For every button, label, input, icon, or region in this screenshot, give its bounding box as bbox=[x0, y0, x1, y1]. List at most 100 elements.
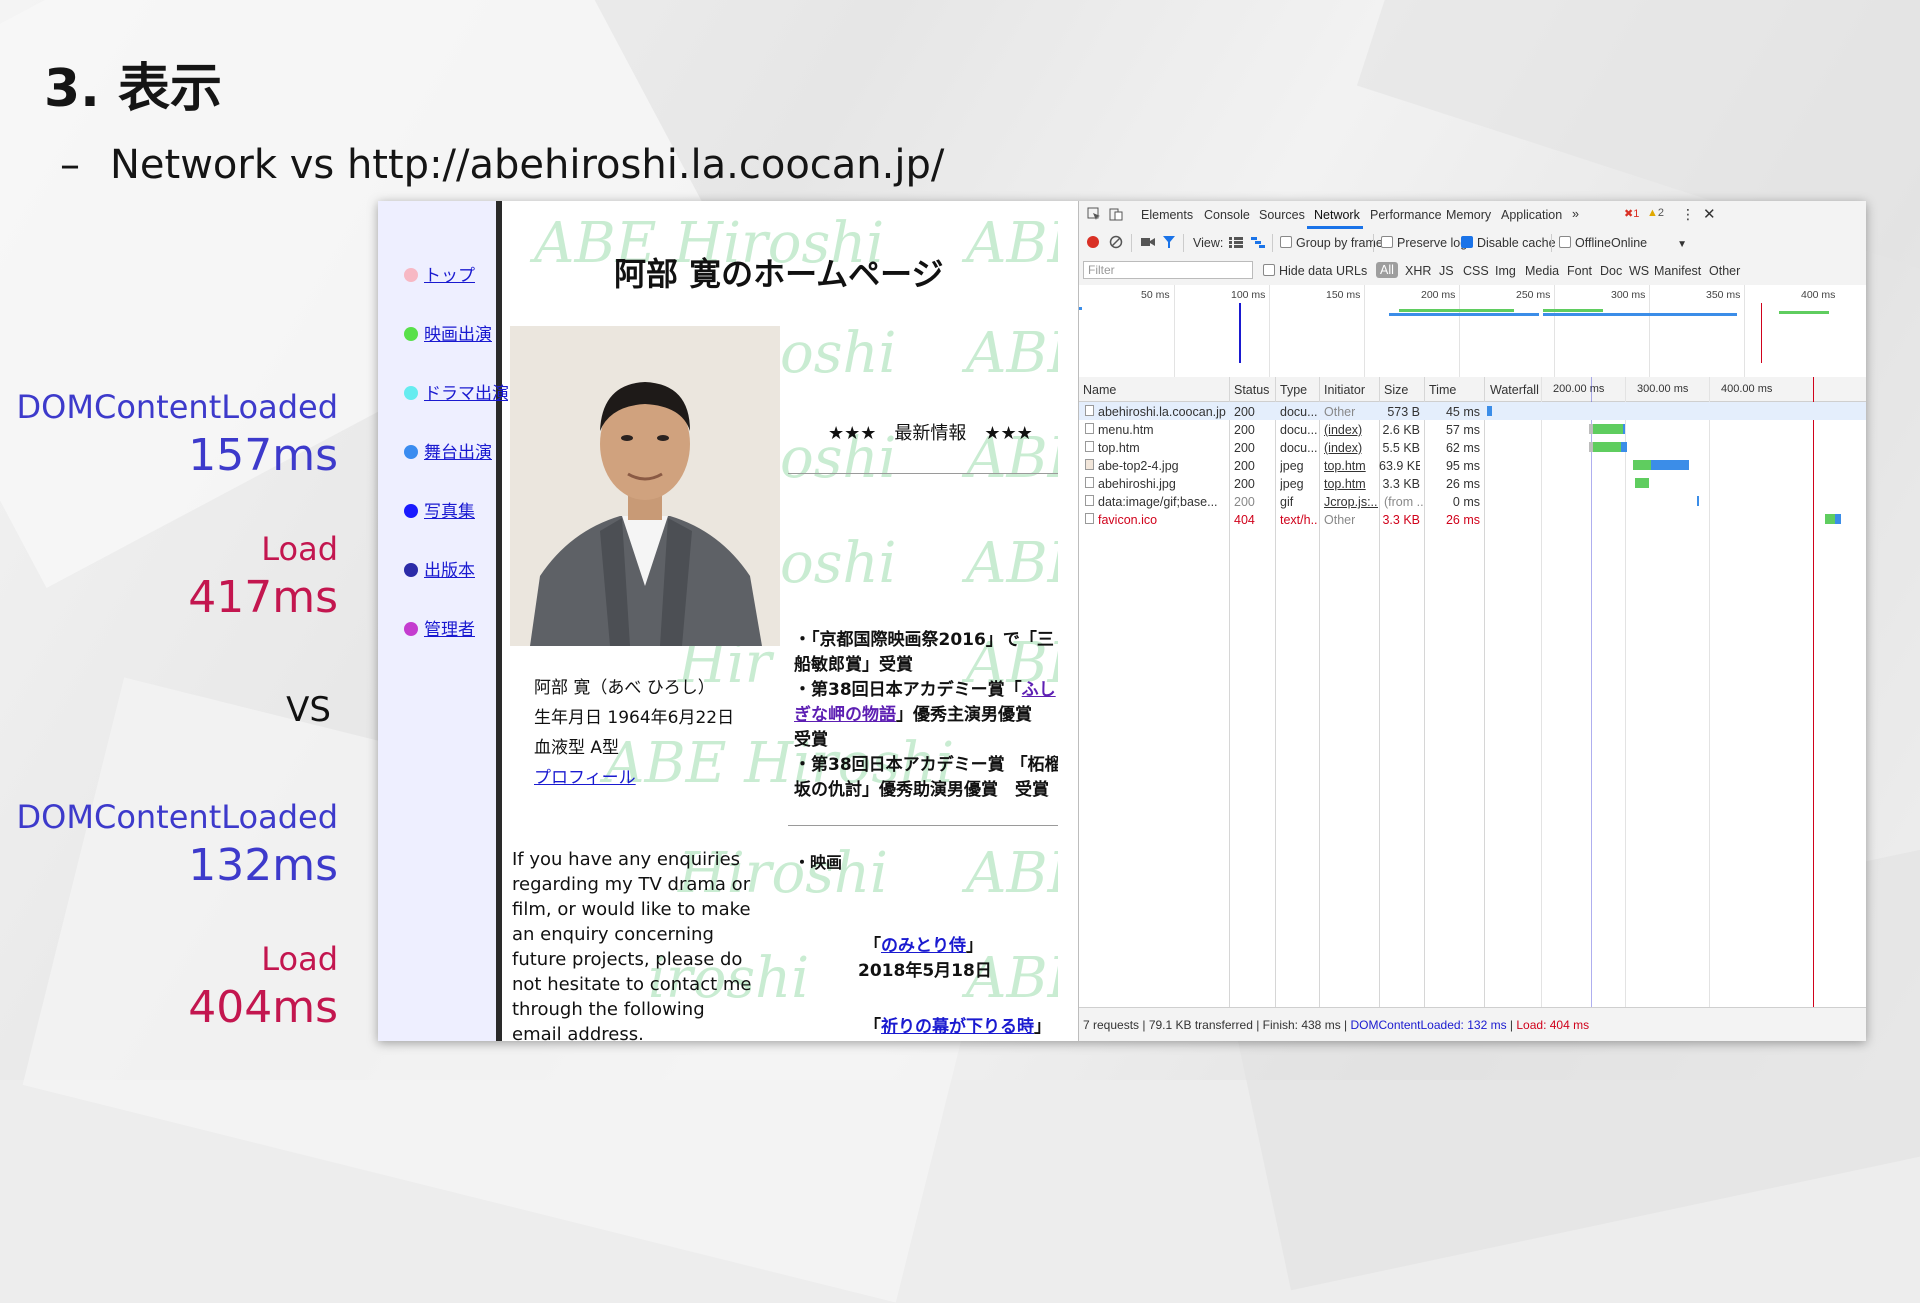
nav-link[interactable]: 管理者 bbox=[424, 620, 475, 640]
filter-icon[interactable] bbox=[1163, 236, 1175, 248]
tab-performance[interactable]: Performance bbox=[1370, 208, 1442, 222]
cell-size: 3.3 KB bbox=[1382, 513, 1420, 527]
group-by-frame-checkbox[interactable]: Group by frame bbox=[1280, 236, 1383, 250]
cell-name: top.htm bbox=[1098, 441, 1140, 455]
column-header-name[interactable]: Name bbox=[1083, 383, 1116, 397]
cell-initiator[interactable]: (index) bbox=[1324, 423, 1362, 437]
nav-link[interactable]: 写真集 bbox=[424, 502, 475, 522]
cell-time: 26 ms bbox=[1445, 513, 1480, 527]
nav-link[interactable]: 映画出演 bbox=[424, 325, 492, 345]
camera-icon[interactable] bbox=[1141, 237, 1155, 247]
table-row-error[interactable]: favicon.ico 404 text/h... Other 3.3 KB 2… bbox=[1079, 510, 1866, 528]
tab-memory[interactable]: Memory bbox=[1446, 208, 1491, 222]
type-filter-other[interactable]: Other bbox=[1709, 264, 1740, 278]
column-header-time[interactable]: Time bbox=[1429, 383, 1456, 397]
tab-console[interactable]: Console bbox=[1204, 208, 1250, 222]
type-filter-js[interactable]: JS bbox=[1439, 264, 1454, 278]
initiator-link[interactable]: Jcrop.js:... bbox=[1324, 495, 1378, 509]
nav-item-top[interactable]: トップ bbox=[404, 261, 475, 286]
tab-application[interactable]: Application bbox=[1501, 208, 1562, 222]
cell-initiator[interactable]: top.htm bbox=[1324, 477, 1366, 491]
offline-checkbox[interactable]: Offline bbox=[1559, 236, 1611, 250]
initiator-link[interactable]: top.htm bbox=[1324, 477, 1366, 491]
document-icon bbox=[1085, 441, 1094, 452]
nav-link[interactable]: 舞台出演 bbox=[424, 443, 492, 463]
column-header-size[interactable]: Size bbox=[1384, 383, 1408, 397]
movie-link[interactable]: のみとり侍 bbox=[881, 936, 966, 956]
cell-initiator[interactable]: (index) bbox=[1324, 441, 1362, 455]
waterfall-view-icon[interactable] bbox=[1251, 237, 1265, 248]
overview-tick: 50 ms bbox=[1141, 289, 1170, 301]
movie-date: 2018年5月18日 bbox=[858, 961, 992, 981]
nav-item-dramas[interactable]: ドラマ出演 bbox=[404, 379, 509, 404]
nav-item-admin[interactable]: 管理者 bbox=[404, 615, 475, 640]
close-icon[interactable]: ✕ bbox=[1703, 205, 1716, 223]
hide-data-urls-checkbox[interactable]: Hide data URLs bbox=[1263, 264, 1367, 278]
column-header-initiator[interactable]: Initiator bbox=[1324, 383, 1365, 397]
type-filter-font[interactable]: Font bbox=[1567, 264, 1592, 278]
table-row[interactable]: abe-top2-4.jpg 200 jpeg top.htm 63.9 KB … bbox=[1079, 456, 1866, 474]
column-header-waterfall[interactable]: Waterfall bbox=[1490, 383, 1539, 397]
column-header-type[interactable]: Type bbox=[1280, 383, 1307, 397]
throttling-select[interactable]: Online ▼ bbox=[1611, 236, 1687, 250]
nav-link[interactable]: 出版本 bbox=[424, 561, 475, 581]
preserve-log-checkbox[interactable]: Preserve log bbox=[1381, 236, 1467, 250]
disable-cache-checkbox[interactable]: Disable cache bbox=[1461, 236, 1556, 250]
cell-initiator[interactable]: top.htm bbox=[1324, 459, 1366, 473]
error-count[interactable]: ✖1 bbox=[1624, 207, 1639, 220]
checkbox[interactable] bbox=[1559, 236, 1571, 248]
grid-line bbox=[1744, 285, 1745, 377]
tab-network[interactable]: Network bbox=[1314, 208, 1360, 222]
type-filter-doc[interactable]: Doc bbox=[1600, 264, 1622, 278]
movie-link[interactable]: 祈りの幕が下りる時 bbox=[881, 1017, 1034, 1037]
status-summary: 7 requests | 79.1 KB transferred | Finis… bbox=[1083, 1018, 1589, 1032]
table-row[interactable]: top.htm 200 docu... (index) 5.5 KB 62 ms bbox=[1079, 438, 1866, 456]
nav-link[interactable]: ドラマ出演 bbox=[424, 384, 509, 404]
nav-link[interactable]: トップ bbox=[424, 266, 475, 286]
more-tabs-button[interactable]: » bbox=[1572, 207, 1579, 221]
inspect-icon[interactable] bbox=[1087, 207, 1101, 221]
nav-item-movies[interactable]: 映画出演 bbox=[404, 320, 492, 345]
nav-item-photobook[interactable]: 写真集 bbox=[404, 497, 475, 522]
type-filter-xhr[interactable]: XHR bbox=[1405, 264, 1431, 278]
table-row[interactable]: data:image/gif;base... 200 gif Jcrop.js:… bbox=[1079, 492, 1866, 510]
checkbox-checked[interactable] bbox=[1461, 236, 1473, 248]
bullet-icon bbox=[404, 563, 418, 577]
nav-item-stage[interactable]: 舞台出演 bbox=[404, 438, 492, 463]
type-filter-img[interactable]: Img bbox=[1495, 264, 1516, 278]
bullet-icon bbox=[404, 268, 418, 282]
initiator-link[interactable]: (index) bbox=[1324, 423, 1362, 437]
initiator-link[interactable]: top.htm bbox=[1324, 459, 1366, 473]
column-header-status[interactable]: Status bbox=[1234, 383, 1269, 397]
browser-screenshot: トップ 映画出演 ドラマ出演 舞台出演 写真集 出版本 管理者 ABE Hiro… bbox=[378, 201, 1866, 1041]
table-row[interactable]: abehiroshi.jpg 200 jpeg top.htm 3.3 KB 2… bbox=[1079, 474, 1866, 492]
tab-sources[interactable]: Sources bbox=[1259, 208, 1305, 222]
record-icon[interactable] bbox=[1087, 236, 1099, 248]
filter-bar: Filter Hide data URLs All XHR JS CSS Img… bbox=[1079, 257, 1866, 286]
device-toggle-icon[interactable] bbox=[1109, 207, 1123, 221]
filter-input[interactable]: Filter bbox=[1083, 261, 1253, 279]
checkbox[interactable] bbox=[1381, 236, 1393, 248]
table-row[interactable]: menu.htm 200 docu... (index) 2.6 KB 57 m… bbox=[1079, 420, 1866, 438]
type-filter-css[interactable]: CSS bbox=[1463, 264, 1489, 278]
type-filter-media[interactable]: Media bbox=[1525, 264, 1559, 278]
type-filter-ws[interactable]: WS bbox=[1629, 264, 1649, 278]
cell-initiator[interactable]: Jcrop.js:... bbox=[1324, 495, 1378, 509]
type-filter-manifest[interactable]: Manifest bbox=[1654, 264, 1701, 278]
profile-link[interactable]: プロフィール bbox=[534, 768, 636, 788]
type-filter-all[interactable]: All bbox=[1376, 262, 1398, 278]
table-row[interactable]: abehiroshi.la.coocan.jp 200 docu... Othe… bbox=[1079, 402, 1866, 420]
checkbox[interactable] bbox=[1280, 236, 1292, 248]
metric-a-dcl-value: 157ms bbox=[188, 430, 338, 481]
movie-heading: ・映画 bbox=[794, 853, 843, 872]
tab-elements[interactable]: Elements bbox=[1141, 208, 1193, 222]
kebab-menu-icon[interactable]: ⋮ bbox=[1681, 206, 1695, 223]
checkbox[interactable] bbox=[1263, 264, 1275, 276]
warning-count[interactable]: ▲2 bbox=[1647, 207, 1664, 219]
cell-size: 3.3 KB bbox=[1382, 477, 1420, 491]
clear-icon[interactable] bbox=[1109, 235, 1123, 249]
list-view-icon[interactable] bbox=[1229, 237, 1243, 248]
cell-size: (from ... bbox=[1384, 495, 1424, 509]
nav-item-books[interactable]: 出版本 bbox=[404, 556, 475, 581]
initiator-link[interactable]: (index) bbox=[1324, 441, 1362, 455]
